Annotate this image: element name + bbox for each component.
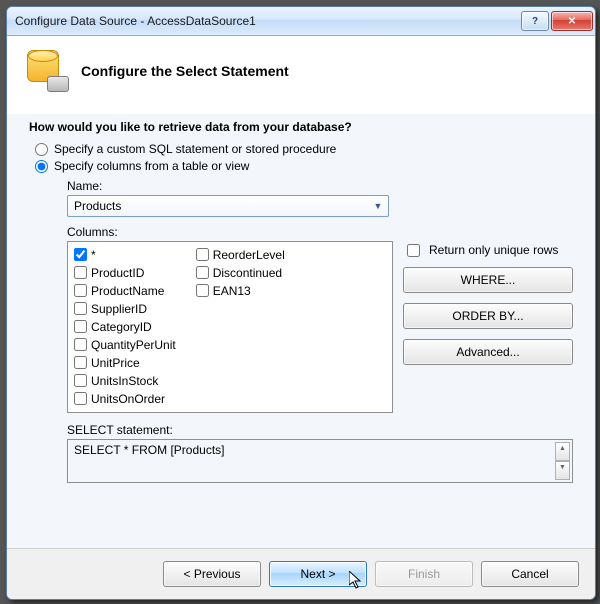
header-band: Configure the Select Statement (7, 36, 595, 114)
column-option[interactable]: ProductName (74, 282, 176, 299)
column-option[interactable]: UnitsInStock (74, 372, 176, 389)
unique-rows-option[interactable]: Return only unique rows (403, 241, 573, 259)
column-checkbox[interactable] (196, 284, 209, 297)
column-checkbox[interactable] (74, 392, 87, 405)
column-label: ProductID (91, 266, 144, 280)
column-label: UnitPrice (91, 356, 140, 370)
advanced-button[interactable]: Advanced... (403, 339, 573, 365)
select-statement-text: SELECT * FROM [Products] (74, 443, 225, 457)
column-option[interactable]: QuantityPerUnit (74, 336, 176, 353)
column-label: * (91, 248, 96, 262)
column-option[interactable]: SupplierID (74, 300, 176, 317)
chevron-down-icon: ▼ (370, 198, 386, 214)
table-name-label: Name: (67, 179, 573, 193)
dialog-window: Configure Data Source - AccessDataSource… (6, 6, 596, 600)
titlebar: Configure Data Source - AccessDataSource… (7, 7, 595, 36)
column-option[interactable]: UnitPrice (74, 354, 176, 371)
columns-listbox[interactable]: * ProductID ProductName SupplierID CategoryI… (67, 241, 393, 413)
unique-rows-checkbox[interactable] (407, 244, 420, 257)
column-label: UnitsInStock (91, 374, 158, 388)
spinner-up-icon[interactable]: ▲ (555, 442, 570, 461)
finish-button: Finish (375, 561, 473, 587)
column-option[interactable]: EAN13 (196, 282, 285, 299)
help-button[interactable] (521, 11, 549, 31)
column-label: QuantityPerUnit (91, 338, 176, 352)
radio-specify-columns-label: Specify columns from a table or view (54, 159, 249, 173)
radio-specify-columns-input[interactable] (35, 160, 48, 173)
column-label: ReorderLevel (213, 248, 285, 262)
database-wizard-icon (23, 50, 67, 92)
column-label: CategoryID (91, 320, 152, 334)
column-checkbox[interactable] (74, 266, 87, 279)
orderby-button[interactable]: ORDER BY... (403, 303, 573, 329)
select-statement-label: SELECT statement: (67, 423, 573, 437)
header-heading: Configure the Select Statement (81, 63, 289, 79)
table-name-dropdown[interactable]: Products ▼ (67, 195, 389, 217)
column-checkbox[interactable] (74, 302, 87, 315)
select-statement-box[interactable]: SELECT * FROM [Products] ▲ ▼ (67, 439, 573, 483)
next-button[interactable]: Next > (269, 561, 367, 587)
where-button[interactable]: WHERE... (403, 267, 573, 293)
dialog-body: How would you like to retrieve data from… (7, 114, 595, 548)
column-label: EAN13 (213, 284, 251, 298)
statement-spinner[interactable]: ▲ ▼ (555, 442, 570, 480)
window-title: Configure Data Source - AccessDataSource… (15, 14, 521, 28)
column-option[interactable]: UnitsOnOrder (74, 390, 176, 407)
column-checkbox[interactable] (74, 248, 87, 261)
column-option[interactable]: Discontinued (196, 264, 285, 281)
cancel-button[interactable]: Cancel (481, 561, 579, 587)
dialog-footer: < Previous Next > Finish Cancel (7, 548, 595, 599)
column-checkbox[interactable] (74, 374, 87, 387)
column-option[interactable]: * (74, 246, 176, 263)
column-checkbox[interactable] (196, 266, 209, 279)
column-label: UnitsOnOrder (91, 392, 165, 406)
close-button[interactable] (551, 11, 593, 31)
column-option[interactable]: CategoryID (74, 318, 176, 335)
column-checkbox[interactable] (74, 338, 87, 351)
column-checkbox[interactable] (74, 320, 87, 333)
column-option[interactable]: ReorderLevel (196, 246, 285, 263)
column-checkbox[interactable] (196, 248, 209, 261)
radio-specify-columns[interactable]: Specify columns from a table or view (35, 159, 573, 173)
column-checkbox[interactable] (74, 284, 87, 297)
window-buttons (521, 11, 593, 31)
columns-label: Columns: (67, 225, 573, 239)
unique-rows-label: Return only unique rows (429, 243, 558, 257)
radio-custom-sql-label: Specify a custom SQL statement or stored… (54, 142, 336, 156)
column-label: SupplierID (91, 302, 147, 316)
radio-custom-sql[interactable]: Specify a custom SQL statement or stored… (35, 142, 573, 156)
column-label: Discontinued (213, 266, 282, 280)
table-name-value: Products (74, 199, 121, 213)
retrieve-prompt: How would you like to retrieve data from… (29, 120, 573, 134)
spinner-down-icon[interactable]: ▼ (555, 461, 570, 480)
previous-button[interactable]: < Previous (163, 561, 261, 587)
column-label: ProductName (91, 284, 164, 298)
column-option[interactable]: ProductID (74, 264, 176, 281)
radio-custom-sql-input[interactable] (35, 143, 48, 156)
column-checkbox[interactable] (74, 356, 87, 369)
